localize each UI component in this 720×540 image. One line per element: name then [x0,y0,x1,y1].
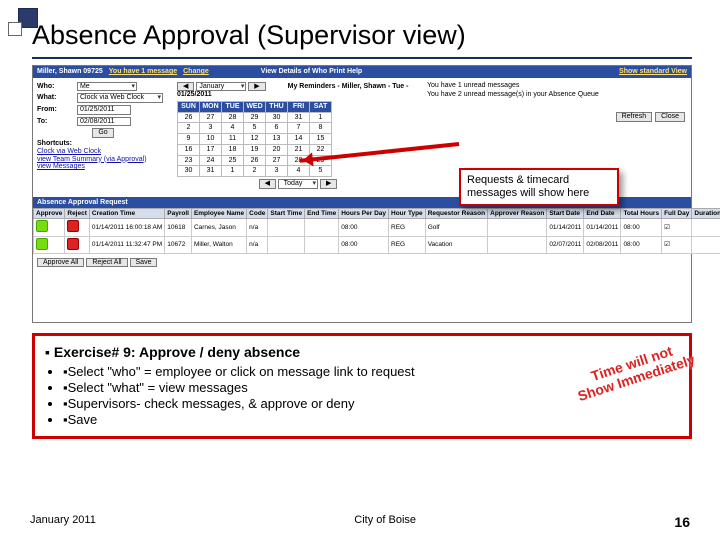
to-input[interactable]: 02/08/2011 [77,117,131,127]
reminder-line: You have 2 unread message(s) in your Abs… [427,91,687,99]
cal-today-prev[interactable]: ◀ [259,179,276,189]
shortcut-link[interactable]: Clock via Web Clock [37,148,169,156]
shortcuts-label: Shortcuts: [37,140,72,148]
show-standard-view-link[interactable]: Show standard View [619,68,687,76]
who-label: Who: [37,83,75,91]
refresh-button[interactable]: Refresh [616,112,653,122]
footer-date: January 2011 [30,514,96,530]
what-select[interactable]: Clock via Web Clock [77,93,163,103]
close-button[interactable]: Close [655,112,685,122]
shortcut-link[interactable]: view Messages [37,163,169,171]
from-input[interactable]: 01/25/2011 [77,105,131,115]
footer-org: City of Boise [354,514,416,530]
msg-link[interactable]: You have 1 message [109,68,177,76]
app-header: Miller, Shawn 09725 You have 1 message C… [33,66,691,78]
footer-page-number: 16 [674,514,690,530]
cal-next[interactable]: ▶ [248,82,265,92]
go-button[interactable]: Go [92,128,113,138]
reminder-line: You have 1 unread messages [427,82,687,90]
save-button[interactable]: Save [130,258,158,268]
approve-button[interactable] [36,220,48,232]
page-title: Absence Approval (Supervisor view) [32,20,692,51]
calendar: ◀ January ▶ My Reminders - Miller, Shawn… [173,78,423,193]
who-select[interactable]: Me [77,82,137,92]
cal-month-select[interactable]: January [196,82,246,92]
reject-button[interactable] [67,220,79,232]
exercise-box: ▪ Exercise# 9: Approve / deny absence ▪S… [32,333,692,439]
user-name: Miller, Shawn 09725 [37,68,103,76]
shortcut-link[interactable]: view Team Summary (via Approval) [37,156,169,164]
exercise-heading: Exercise# 9: Approve / deny absence [54,344,300,360]
table-row[interactable]: 01/14/2011 11:32:47 PM10672Miller, Walto… [34,236,720,253]
table-row[interactable]: 01/14/2011 16:00:18 AM10618Carnes, Jason… [34,219,720,236]
slide-footer: January 2011 City of Boise 16 [0,514,720,530]
cal-prev[interactable]: ◀ [177,82,194,92]
what-label: What: [37,94,75,102]
cal-today-button[interactable]: Today [278,179,318,189]
change-link[interactable]: Change [183,68,209,76]
table-header-row: ApproveRejectCreation TimePayrollEmploye… [34,209,720,219]
reject-button[interactable] [67,238,79,250]
approve-button[interactable] [36,238,48,250]
to-label: To: [37,118,75,126]
reject-all-button[interactable]: Reject All [86,258,127,268]
approval-table: ApproveRejectCreation TimePayrollEmploye… [33,208,720,253]
callout-box: Requests & timecard messages will show h… [459,168,619,206]
app-screenshot: Miller, Shawn 09725 You have 1 message C… [32,65,692,323]
approve-all-button[interactable]: Approve All [37,258,84,268]
from-label: From: [37,106,75,114]
cal-today-next[interactable]: ▶ [320,179,337,189]
header-actions[interactable]: View Details of Who Print Help [261,68,362,76]
exercise-item: ▪Save [63,412,679,427]
